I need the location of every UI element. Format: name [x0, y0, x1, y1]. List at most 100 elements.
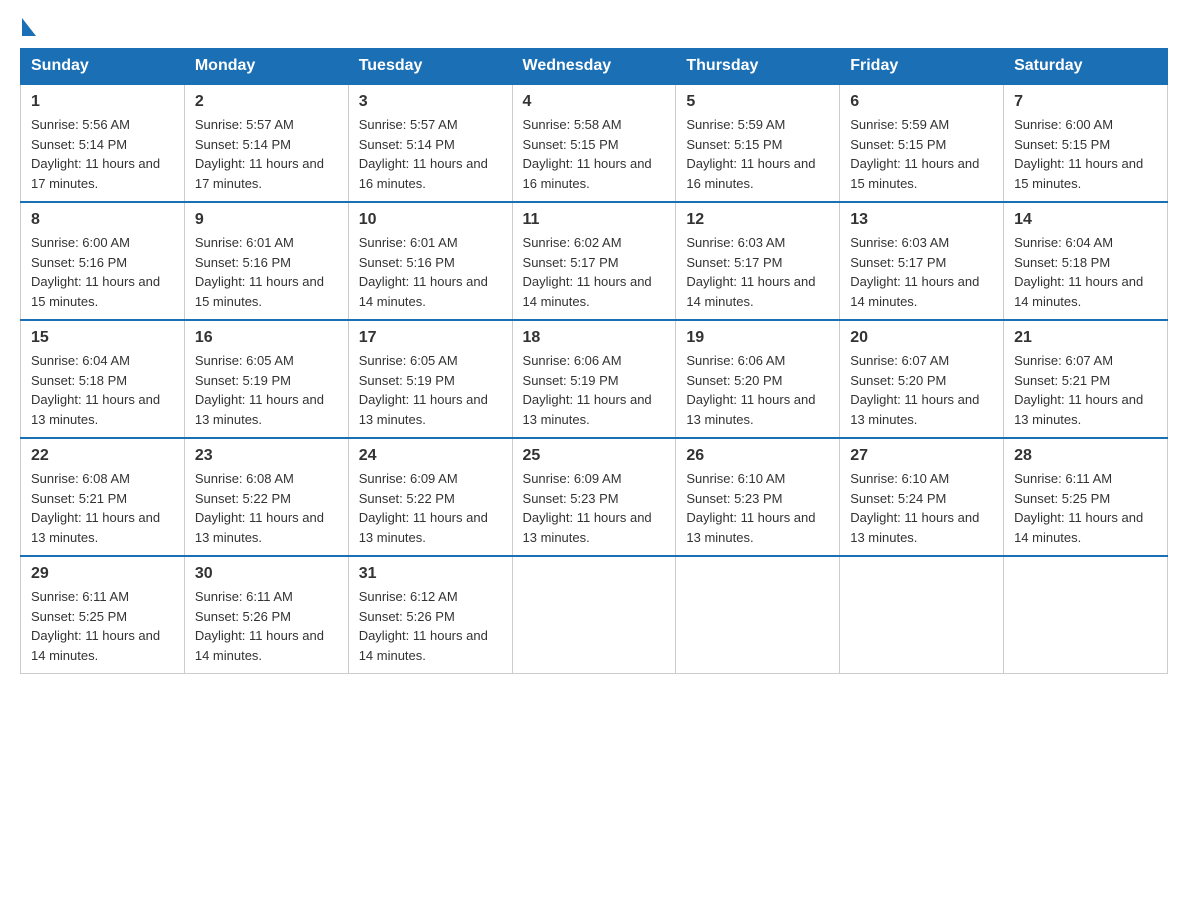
calendar-cell: 27 Sunrise: 6:10 AM Sunset: 5:24 PM Dayl…: [840, 438, 1004, 556]
day-info: Sunrise: 6:01 AM Sunset: 5:16 PM Dayligh…: [359, 233, 502, 311]
day-info: Sunrise: 5:58 AM Sunset: 5:15 PM Dayligh…: [523, 115, 666, 193]
calendar-cell: 20 Sunrise: 6:07 AM Sunset: 5:20 PM Dayl…: [840, 320, 1004, 438]
day-number: 20: [850, 329, 993, 347]
day-number: 8: [31, 211, 174, 229]
day-info: Sunrise: 5:57 AM Sunset: 5:14 PM Dayligh…: [195, 115, 338, 193]
calendar-week-5: 29 Sunrise: 6:11 AM Sunset: 5:25 PM Dayl…: [21, 556, 1168, 674]
day-number: 21: [1014, 329, 1157, 347]
day-info: Sunrise: 6:11 AM Sunset: 5:25 PM Dayligh…: [31, 587, 174, 665]
calendar-cell: 16 Sunrise: 6:05 AM Sunset: 5:19 PM Dayl…: [184, 320, 348, 438]
calendar-cell: 10 Sunrise: 6:01 AM Sunset: 5:16 PM Dayl…: [348, 202, 512, 320]
day-number: 17: [359, 329, 502, 347]
day-info: Sunrise: 5:56 AM Sunset: 5:14 PM Dayligh…: [31, 115, 174, 193]
calendar-cell: 13 Sunrise: 6:03 AM Sunset: 5:17 PM Dayl…: [840, 202, 1004, 320]
calendar-cell: 19 Sunrise: 6:06 AM Sunset: 5:20 PM Dayl…: [676, 320, 840, 438]
calendar-header-wednesday: Wednesday: [512, 49, 676, 85]
page-header: [20, 20, 1168, 38]
calendar-cell: 23 Sunrise: 6:08 AM Sunset: 5:22 PM Dayl…: [184, 438, 348, 556]
calendar-cell: 28 Sunrise: 6:11 AM Sunset: 5:25 PM Dayl…: [1004, 438, 1168, 556]
calendar-cell: 6 Sunrise: 5:59 AM Sunset: 5:15 PM Dayli…: [840, 84, 1004, 202]
calendar-week-4: 22 Sunrise: 6:08 AM Sunset: 5:21 PM Dayl…: [21, 438, 1168, 556]
day-number: 16: [195, 329, 338, 347]
calendar-cell: 4 Sunrise: 5:58 AM Sunset: 5:15 PM Dayli…: [512, 84, 676, 202]
calendar-cell: [840, 556, 1004, 674]
day-number: 6: [850, 93, 993, 111]
day-number: 7: [1014, 93, 1157, 111]
calendar-cell: 14 Sunrise: 6:04 AM Sunset: 5:18 PM Dayl…: [1004, 202, 1168, 320]
calendar-cell: 31 Sunrise: 6:12 AM Sunset: 5:26 PM Dayl…: [348, 556, 512, 674]
day-number: 10: [359, 211, 502, 229]
day-info: Sunrise: 6:06 AM Sunset: 5:19 PM Dayligh…: [523, 351, 666, 429]
calendar-cell: 24 Sunrise: 6:09 AM Sunset: 5:22 PM Dayl…: [348, 438, 512, 556]
calendar-header-tuesday: Tuesday: [348, 49, 512, 85]
calendar-week-3: 15 Sunrise: 6:04 AM Sunset: 5:18 PM Dayl…: [21, 320, 1168, 438]
calendar-cell: 15 Sunrise: 6:04 AM Sunset: 5:18 PM Dayl…: [21, 320, 185, 438]
day-info: Sunrise: 6:05 AM Sunset: 5:19 PM Dayligh…: [195, 351, 338, 429]
calendar-cell: 30 Sunrise: 6:11 AM Sunset: 5:26 PM Dayl…: [184, 556, 348, 674]
logo: [20, 20, 38, 38]
calendar-cell: 2 Sunrise: 5:57 AM Sunset: 5:14 PM Dayli…: [184, 84, 348, 202]
day-info: Sunrise: 5:59 AM Sunset: 5:15 PM Dayligh…: [850, 115, 993, 193]
day-number: 2: [195, 93, 338, 111]
day-number: 14: [1014, 211, 1157, 229]
calendar-header-thursday: Thursday: [676, 49, 840, 85]
calendar-cell: 8 Sunrise: 6:00 AM Sunset: 5:16 PM Dayli…: [21, 202, 185, 320]
day-info: Sunrise: 6:06 AM Sunset: 5:20 PM Dayligh…: [686, 351, 829, 429]
day-number: 13: [850, 211, 993, 229]
day-number: 15: [31, 329, 174, 347]
calendar-cell: 12 Sunrise: 6:03 AM Sunset: 5:17 PM Dayl…: [676, 202, 840, 320]
calendar-cell: 25 Sunrise: 6:09 AM Sunset: 5:23 PM Dayl…: [512, 438, 676, 556]
calendar-cell: 18 Sunrise: 6:06 AM Sunset: 5:19 PM Dayl…: [512, 320, 676, 438]
day-info: Sunrise: 6:09 AM Sunset: 5:23 PM Dayligh…: [523, 469, 666, 547]
day-info: Sunrise: 6:04 AM Sunset: 5:18 PM Dayligh…: [31, 351, 174, 429]
day-info: Sunrise: 6:02 AM Sunset: 5:17 PM Dayligh…: [523, 233, 666, 311]
day-number: 22: [31, 447, 174, 465]
day-info: Sunrise: 6:03 AM Sunset: 5:17 PM Dayligh…: [850, 233, 993, 311]
day-number: 31: [359, 565, 502, 583]
calendar-cell: 9 Sunrise: 6:01 AM Sunset: 5:16 PM Dayli…: [184, 202, 348, 320]
day-number: 19: [686, 329, 829, 347]
day-info: Sunrise: 6:00 AM Sunset: 5:16 PM Dayligh…: [31, 233, 174, 311]
calendar-cell: 22 Sunrise: 6:08 AM Sunset: 5:21 PM Dayl…: [21, 438, 185, 556]
day-number: 26: [686, 447, 829, 465]
day-info: Sunrise: 6:12 AM Sunset: 5:26 PM Dayligh…: [359, 587, 502, 665]
calendar-cell: 3 Sunrise: 5:57 AM Sunset: 5:14 PM Dayli…: [348, 84, 512, 202]
day-info: Sunrise: 6:11 AM Sunset: 5:25 PM Dayligh…: [1014, 469, 1157, 547]
calendar-cell: 5 Sunrise: 5:59 AM Sunset: 5:15 PM Dayli…: [676, 84, 840, 202]
calendar-cell: 26 Sunrise: 6:10 AM Sunset: 5:23 PM Dayl…: [676, 438, 840, 556]
day-number: 3: [359, 93, 502, 111]
day-info: Sunrise: 6:09 AM Sunset: 5:22 PM Dayligh…: [359, 469, 502, 547]
day-number: 1: [31, 93, 174, 111]
calendar-week-1: 1 Sunrise: 5:56 AM Sunset: 5:14 PM Dayli…: [21, 84, 1168, 202]
calendar-cell: [676, 556, 840, 674]
day-info: Sunrise: 6:11 AM Sunset: 5:26 PM Dayligh…: [195, 587, 338, 665]
day-number: 23: [195, 447, 338, 465]
day-number: 5: [686, 93, 829, 111]
calendar-header-saturday: Saturday: [1004, 49, 1168, 85]
day-info: Sunrise: 6:07 AM Sunset: 5:21 PM Dayligh…: [1014, 351, 1157, 429]
calendar-cell: 11 Sunrise: 6:02 AM Sunset: 5:17 PM Dayl…: [512, 202, 676, 320]
calendar-header-sunday: Sunday: [21, 49, 185, 85]
day-number: 28: [1014, 447, 1157, 465]
day-info: Sunrise: 6:04 AM Sunset: 5:18 PM Dayligh…: [1014, 233, 1157, 311]
day-info: Sunrise: 6:03 AM Sunset: 5:17 PM Dayligh…: [686, 233, 829, 311]
day-number: 30: [195, 565, 338, 583]
day-info: Sunrise: 6:10 AM Sunset: 5:24 PM Dayligh…: [850, 469, 993, 547]
day-number: 9: [195, 211, 338, 229]
day-number: 12: [686, 211, 829, 229]
day-number: 27: [850, 447, 993, 465]
day-number: 4: [523, 93, 666, 111]
day-number: 18: [523, 329, 666, 347]
day-info: Sunrise: 5:57 AM Sunset: 5:14 PM Dayligh…: [359, 115, 502, 193]
calendar-cell: 17 Sunrise: 6:05 AM Sunset: 5:19 PM Dayl…: [348, 320, 512, 438]
day-info: Sunrise: 5:59 AM Sunset: 5:15 PM Dayligh…: [686, 115, 829, 193]
calendar-cell: 21 Sunrise: 6:07 AM Sunset: 5:21 PM Dayl…: [1004, 320, 1168, 438]
day-info: Sunrise: 6:00 AM Sunset: 5:15 PM Dayligh…: [1014, 115, 1157, 193]
day-number: 25: [523, 447, 666, 465]
calendar-cell: [1004, 556, 1168, 674]
calendar-cell: 7 Sunrise: 6:00 AM Sunset: 5:15 PM Dayli…: [1004, 84, 1168, 202]
calendar-week-2: 8 Sunrise: 6:00 AM Sunset: 5:16 PM Dayli…: [21, 202, 1168, 320]
day-number: 11: [523, 211, 666, 229]
calendar-header-row: SundayMondayTuesdayWednesdayThursdayFrid…: [21, 49, 1168, 85]
day-info: Sunrise: 6:01 AM Sunset: 5:16 PM Dayligh…: [195, 233, 338, 311]
